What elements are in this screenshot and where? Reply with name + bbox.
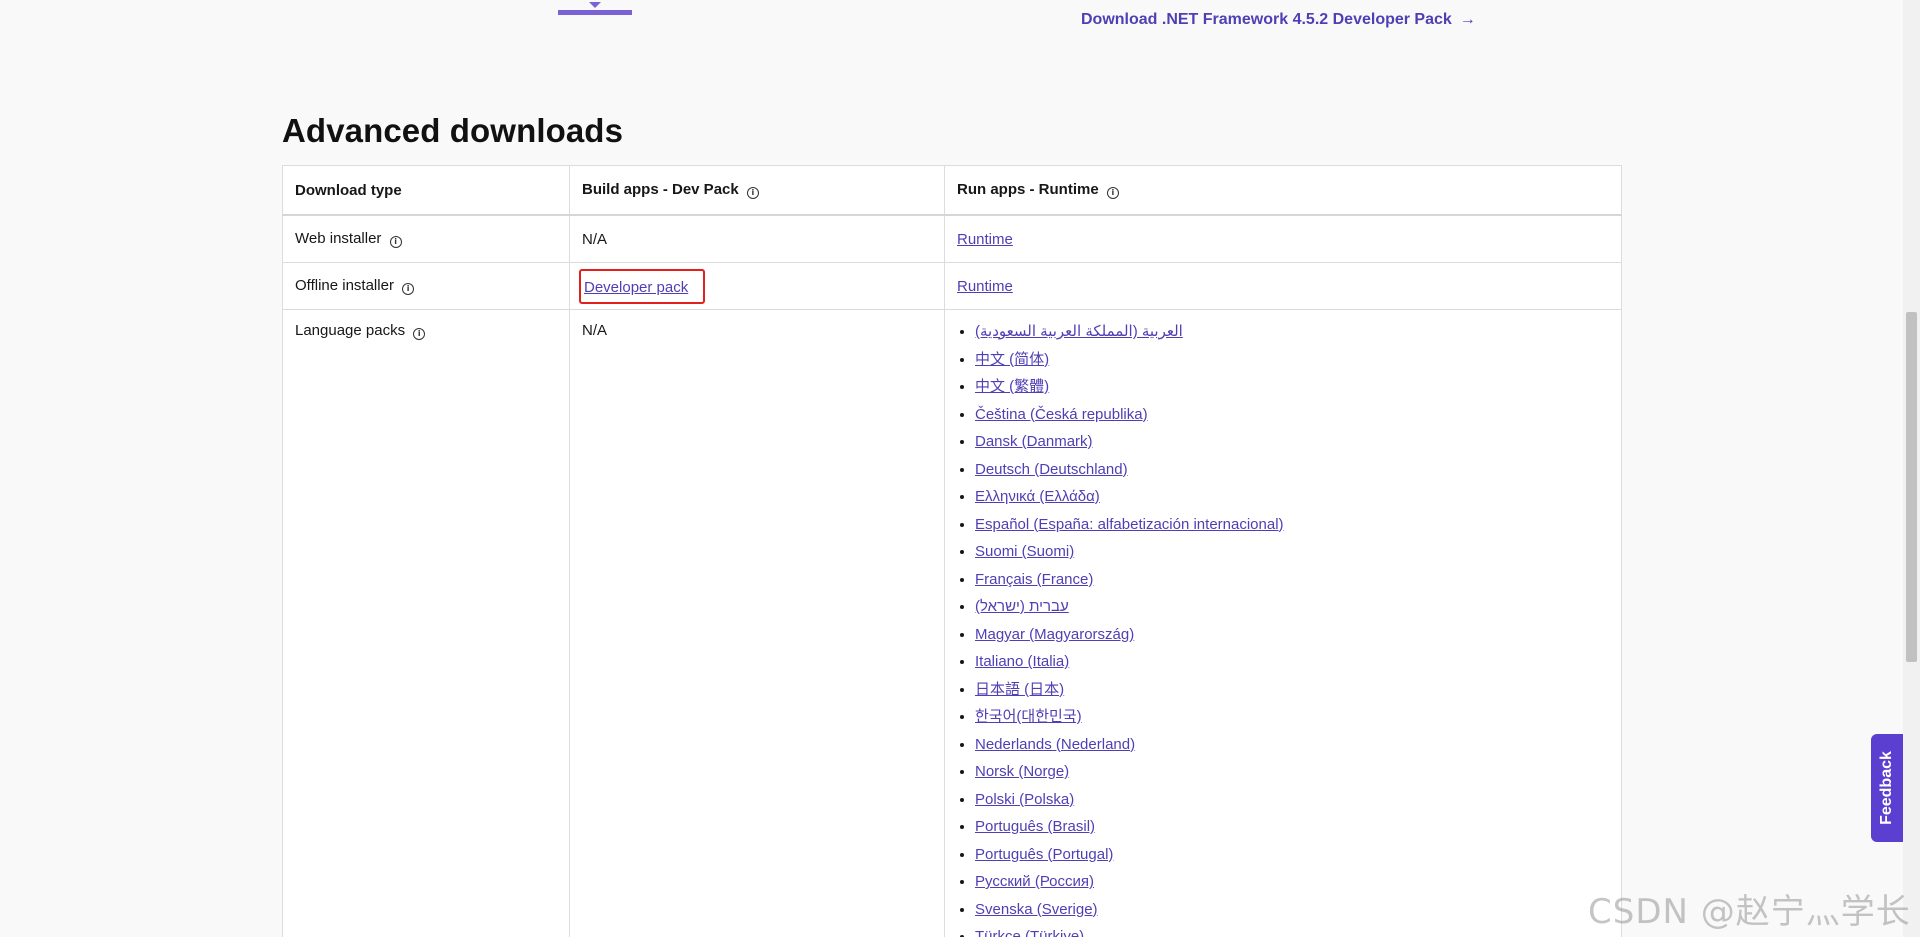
language-packs-label: Language packs — [295, 322, 406, 339]
language-pack-link[interactable]: Magyar (Magyarország) — [975, 626, 1134, 643]
info-icon[interactable]: i — [402, 283, 415, 295]
feedback-button[interactable]: Feedback — [1871, 734, 1903, 842]
web-installer-label: Web installer — [295, 230, 382, 247]
cell-offline-installer-label: Offline installer i — [282, 262, 570, 310]
language-pack-link[interactable]: Polski (Polska) — [975, 791, 1074, 808]
watermark: CSDN @赵宁灬学长 — [1588, 892, 1911, 932]
list-item: Magyar (Magyarország) — [975, 625, 1609, 653]
language-pack-link[interactable]: Dansk (Danmark) — [975, 433, 1093, 450]
arrow-right-icon: → — [1459, 11, 1476, 28]
list-item: 中文 (简体) — [975, 350, 1609, 378]
web-installer-dev-pack-na: N/A — [582, 230, 608, 248]
table-row-web-installer: Web installer i N/A Runtime — [282, 214, 1622, 263]
language-pack-link[interactable]: Português (Portugal) — [975, 846, 1113, 863]
list-item: Русский (Россия) — [975, 872, 1609, 900]
language-pack-link[interactable]: Русский (Россия) — [975, 873, 1094, 890]
language-pack-link[interactable]: Português (Brasil) — [975, 818, 1095, 835]
language-pack-link[interactable]: Français (France) — [975, 571, 1093, 588]
info-icon[interactable]: i — [389, 236, 402, 248]
language-pack-link[interactable]: Español (España: alfabetización internac… — [975, 516, 1284, 533]
list-item: Türkçe (Türkiye) — [975, 927, 1609, 937]
language-pack-link[interactable]: Deutsch (Deutschland) — [975, 461, 1128, 478]
cell-offline-installer-runtime: Runtime — [944, 262, 1622, 310]
language-pack-link[interactable]: 中文 (简体) — [975, 351, 1049, 368]
list-item: Português (Brasil) — [975, 817, 1609, 845]
header-run-apps: Run apps - Runtime i — [944, 165, 1622, 216]
cell-web-installer-dev-pack: N/A — [569, 214, 945, 263]
language-pack-link[interactable]: Svenska (Sverige) — [975, 901, 1098, 918]
language-packs-dev-pack-na: N/A — [582, 322, 608, 339]
tab-indicator — [558, 10, 632, 15]
offline-developer-pack-link[interactable]: Developer pack — [584, 279, 688, 296]
cell-language-packs-list: العربية (المملكة العربية السعودية) 中文 (简体… — [944, 309, 1622, 937]
list-item: עברית (ישראל) — [975, 597, 1609, 625]
offline-installer-label: Offline installer — [295, 277, 394, 294]
list-item: Suomi (Suomi) — [975, 542, 1609, 570]
language-pack-link[interactable]: 中文 (繁體) — [975, 378, 1049, 395]
cell-offline-installer-dev-pack: Developer pack — [569, 262, 945, 310]
language-pack-link[interactable]: العربية (المملكة العربية السعودية) — [975, 323, 1183, 340]
list-item: Italiano (Italia) — [975, 652, 1609, 680]
header-download-type-label: Download type — [295, 181, 402, 199]
list-item: Nederlands (Nederland) — [975, 735, 1609, 763]
info-icon[interactable]: i — [746, 187, 759, 199]
cell-language-packs-label: Language packs i — [282, 309, 570, 937]
section-heading: Advanced downloads — [282, 112, 624, 149]
list-item: Polski (Polska) — [975, 790, 1609, 818]
header-run-apps-label: Run apps - Runtime — [957, 181, 1099, 198]
list-item: Čeština (Česká republika) — [975, 405, 1609, 433]
language-pack-list: العربية (المملكة العربية السعودية) 中文 (简体… — [957, 322, 1609, 937]
header-build-apps: Build apps - Dev Pack i — [569, 165, 945, 216]
list-item: 한국어(대한민국) — [975, 707, 1609, 735]
list-item: Svenska (Sverige) — [975, 900, 1609, 928]
table-row-offline-installer: Offline installer i Developer pack Runti… — [282, 262, 1622, 310]
list-item: Norsk (Norge) — [975, 762, 1609, 790]
list-item: Ελληνικά (Ελλάδα) — [975, 487, 1609, 515]
download-dev-pack-link-label: Download .NET Framework 4.5.2 Developer … — [1081, 11, 1452, 28]
info-icon[interactable]: i — [1106, 187, 1119, 199]
highlight-box: Developer pack — [579, 268, 706, 304]
list-item: Português (Portugal) — [975, 845, 1609, 873]
language-pack-link[interactable]: Čeština (Česká republika) — [975, 406, 1148, 423]
advanced-downloads-table: Download type Build apps - Dev Pack i Ru… — [282, 165, 1622, 937]
language-pack-link[interactable]: Norsk (Norge) — [975, 763, 1069, 780]
cell-web-installer-label: Web installer i — [282, 214, 570, 263]
cell-language-packs-dev-pack: N/A — [569, 309, 945, 937]
offline-installer-runtime-link[interactable]: Runtime — [957, 278, 1013, 295]
language-pack-link[interactable]: Ελληνικά (Ελλάδα) — [975, 488, 1100, 505]
header-build-apps-label: Build apps - Dev Pack — [582, 181, 739, 198]
feedback-label: Feedback — [1878, 751, 1895, 825]
language-pack-link[interactable]: Italiano (Italia) — [975, 653, 1069, 670]
list-item: العربية (المملكة العربية السعودية) — [975, 322, 1609, 350]
list-item: Dansk (Danmark) — [975, 432, 1609, 460]
language-pack-link[interactable]: 한국어(대한민국) — [975, 708, 1082, 725]
download-dev-pack-link[interactable]: Download .NET Framework 4.5.2 Developer … — [1081, 11, 1476, 29]
header-download-type: Download type — [282, 165, 570, 216]
cell-web-installer-runtime: Runtime — [944, 214, 1622, 263]
list-item: Español (España: alfabetización internac… — [975, 515, 1609, 543]
list-item: Français (France) — [975, 570, 1609, 598]
page: Download .NET Framework 4.5.2 Developer … — [0, 0, 1920, 937]
info-icon[interactable]: i — [413, 328, 426, 340]
tab-indicator-notch — [589, 2, 601, 8]
list-item: 日本語 (日本) — [975, 680, 1609, 708]
table-header-row: Download type Build apps - Dev Pack i Ru… — [282, 165, 1622, 216]
scrollbar-track[interactable] — [1903, 0, 1920, 937]
language-pack-link[interactable]: עברית (ישראל) — [975, 598, 1069, 615]
web-installer-runtime-link[interactable]: Runtime — [957, 231, 1013, 248]
table-row-language-packs: Language packs i N/A العربية (المملكة ال… — [282, 309, 1622, 937]
scrollbar-thumb[interactable] — [1906, 312, 1917, 662]
list-item: 中文 (繁體) — [975, 377, 1609, 405]
list-item: Deutsch (Deutschland) — [975, 460, 1609, 488]
language-pack-link[interactable]: Nederlands (Nederland) — [975, 736, 1135, 753]
language-pack-link[interactable]: 日本語 (日本) — [975, 681, 1064, 698]
language-pack-link[interactable]: Türkçe (Türkiye) — [975, 928, 1084, 937]
language-pack-link[interactable]: Suomi (Suomi) — [975, 543, 1074, 560]
